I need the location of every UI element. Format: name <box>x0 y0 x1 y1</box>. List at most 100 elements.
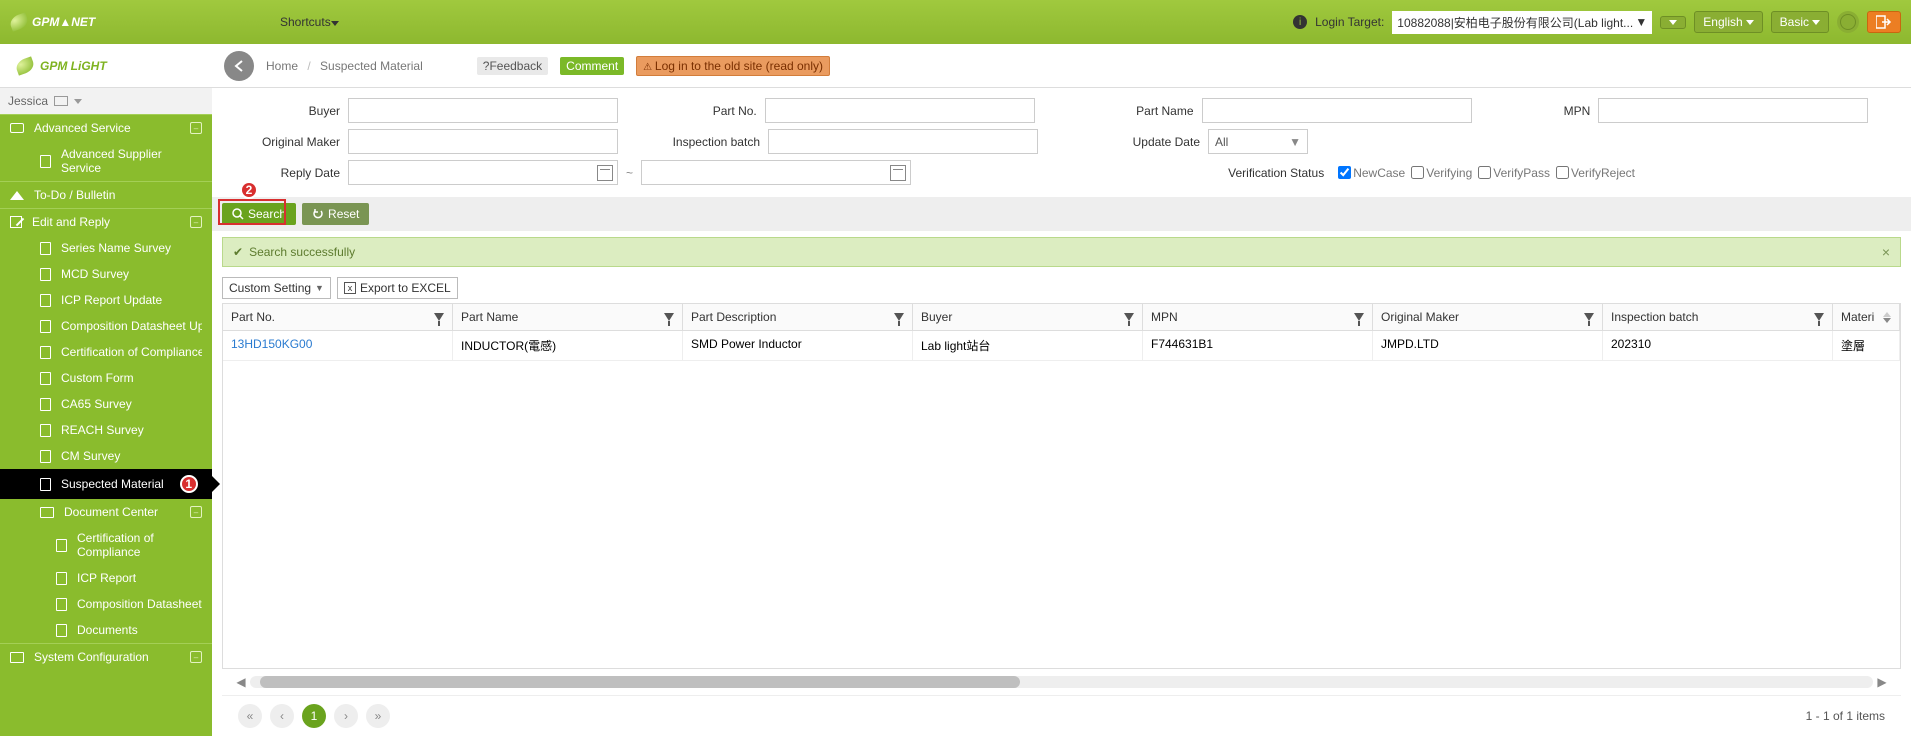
sidebar-item-cds[interactable]: Composition Datasheet Update <box>0 313 212 339</box>
input-mpn[interactable] <box>1598 98 1868 123</box>
logout-button[interactable] <box>1867 11 1901 33</box>
feedback-button[interactable]: ?Feedback <box>477 57 548 75</box>
select-update-date[interactable]: All▼ <box>1208 129 1308 154</box>
comment-button[interactable]: Comment <box>560 57 624 75</box>
checkbox-verifypass[interactable]: VerifyPass <box>1478 166 1550 180</box>
input-reply-date-to[interactable] <box>641 160 911 185</box>
cell-partname: INDUCTOR(電感) <box>453 331 683 360</box>
scroll-right-icon[interactable]: ▶ <box>1873 675 1891 689</box>
filter-icon[interactable] <box>894 313 904 321</box>
input-inspection-batch[interactable] <box>768 129 1038 154</box>
checkbox-newcase[interactable]: NewCase <box>1338 166 1405 180</box>
pager-prev[interactable]: ‹ <box>270 704 294 728</box>
cell-original-maker: JMPD.LTD <box>1373 331 1603 360</box>
sidebar-item-dc-coc[interactable]: Certification of Compliance <box>0 525 212 565</box>
login-target-dropdown-button[interactable] <box>1660 16 1686 29</box>
sidebar-item-ca65[interactable]: CA65 Survey <box>0 391 212 417</box>
sidebar-item-dc-cds[interactable]: Composition Datasheet <box>0 591 212 617</box>
checkbox-verifying[interactable]: Verifying <box>1411 166 1472 180</box>
sidebar: Jessica Advanced Service – Advanced Supp… <box>0 88 212 736</box>
brand-logo: GPM▲NET <box>10 15 210 29</box>
user-name: Jessica <box>8 94 48 108</box>
shortcuts-menu[interactable]: Shortcuts <box>280 15 339 29</box>
col-partno[interactable]: Part No. <box>223 304 453 330</box>
layout: Jessica Advanced Service – Advanced Supp… <box>0 88 1911 736</box>
input-reply-date-from[interactable] <box>348 160 618 185</box>
col-mpn[interactable]: MPN <box>1143 304 1373 330</box>
scroll-left-icon[interactable]: ◀ <box>232 675 250 689</box>
input-buyer[interactable] <box>348 98 618 123</box>
pager-first[interactable]: « <box>238 704 262 728</box>
label-partname: Part Name <box>1062 104 1202 118</box>
sidebar-item-todo[interactable]: To-Do / Bulletin <box>0 181 212 208</box>
col-partdesc[interactable]: Part Description <box>683 304 913 330</box>
col-inspection-batch[interactable]: Inspection batch <box>1603 304 1833 330</box>
custom-setting-button[interactable]: Custom Setting▼ <box>222 277 331 299</box>
login-target-select[interactable]: 10882088|安柏电子股份有限公司(Lab light... ▼ <box>1392 11 1652 34</box>
col-label: Inspection batch <box>1611 310 1698 324</box>
old-site-link[interactable]: Log in to the old site (read only) <box>636 56 830 76</box>
horizontal-scrollbar[interactable]: ◀ ▶ <box>222 673 1901 691</box>
sidebar-item-advanced-supplier[interactable]: Advanced Supplier Service <box>0 141 212 181</box>
label-inspection-batch: Inspection batch <box>648 135 768 149</box>
sidebar-item-series[interactable]: Series Name Survey <box>0 235 212 261</box>
sidebar-item-icp[interactable]: ICP Report Update <box>0 287 212 313</box>
export-excel-button[interactable]: x Export to EXCEL <box>337 277 458 299</box>
logout-icon <box>1876 15 1892 29</box>
sidebar-item-edit-reply[interactable]: Edit and Reply – <box>0 208 212 235</box>
action-bar: Search Reset 2 <box>212 197 1911 231</box>
pager-current[interactable]: 1 <box>302 704 326 728</box>
home-icon <box>10 191 24 200</box>
sidebar-item-coc[interactable]: Certification of Compliance Update <box>0 339 212 365</box>
sidebar-item-mcd[interactable]: MCD Survey <box>0 261 212 287</box>
pager-last[interactable]: » <box>366 704 390 728</box>
filter-icon[interactable] <box>664 313 674 321</box>
sidebar-item-cm[interactable]: CM Survey <box>0 443 212 469</box>
document-icon <box>40 320 51 333</box>
cell-partno[interactable]: 13HD150KG00 <box>223 331 453 360</box>
col-partname[interactable]: Part Name <box>453 304 683 330</box>
pager-next[interactable]: › <box>334 704 358 728</box>
sidebar-item-document-center[interactable]: Document Center – <box>0 499 212 525</box>
filter-icon[interactable] <box>1814 313 1824 321</box>
sidebar-item-dc-icp[interactable]: ICP Report <box>0 565 212 591</box>
crumb-home[interactable]: Home <box>266 59 298 73</box>
checkbox-verifyreject[interactable]: VerifyReject <box>1556 166 1635 180</box>
col-material[interactable]: Materi <box>1833 304 1900 330</box>
leaf-icon <box>8 12 30 31</box>
sidebar-item-custom[interactable]: Custom Form <box>0 365 212 391</box>
input-partno[interactable] <box>765 98 1035 123</box>
col-buyer[interactable]: Buyer <box>913 304 1143 330</box>
back-button[interactable] <box>224 51 254 81</box>
collapse-icon[interactable]: – <box>190 122 202 134</box>
collapse-icon[interactable]: – <box>190 651 202 663</box>
filter-icon[interactable] <box>434 313 444 321</box>
sidebar-item-advanced-service[interactable]: Advanced Service – <box>0 114 212 141</box>
table-row[interactable]: 13HD150KG00 INDUCTOR(電感) SMD Power Induc… <box>223 331 1900 361</box>
user-row[interactable]: Jessica <box>0 88 212 114</box>
scroll-track[interactable] <box>250 676 1873 688</box>
sidebar-item-reach[interactable]: REACH Survey <box>0 417 212 443</box>
sidebar-item-dc-docs[interactable]: Documents <box>0 617 212 643</box>
sidebar-item-suspected-material[interactable]: Suspected Material 1 <box>0 469 212 499</box>
document-icon <box>40 268 51 281</box>
search-button[interactable]: Search <box>222 203 296 225</box>
login-target-label: Login Target: <box>1315 15 1384 29</box>
filter-icon[interactable] <box>1354 313 1364 321</box>
filter-icon[interactable] <box>1124 313 1134 321</box>
reset-button[interactable]: Reset <box>302 203 369 225</box>
input-partname[interactable] <box>1202 98 1472 123</box>
input-original-maker[interactable] <box>348 129 618 154</box>
sidebar-item-system-config[interactable]: System Configuration – <box>0 643 212 670</box>
close-message-button[interactable]: × <box>1882 244 1890 260</box>
label-reply-date: Reply Date <box>228 166 348 180</box>
language-select[interactable]: English <box>1694 11 1762 33</box>
globe-icon[interactable] <box>1837 11 1859 33</box>
collapse-icon[interactable]: – <box>190 506 202 518</box>
collapse-icon[interactable]: – <box>190 216 202 228</box>
grid-body: 13HD150KG00 INDUCTOR(電感) SMD Power Induc… <box>223 331 1900 668</box>
col-original-maker[interactable]: Original Maker <box>1373 304 1603 330</box>
scroll-thumb[interactable] <box>260 676 1020 688</box>
filter-icon[interactable] <box>1584 313 1594 321</box>
mode-select[interactable]: Basic <box>1771 11 1829 33</box>
